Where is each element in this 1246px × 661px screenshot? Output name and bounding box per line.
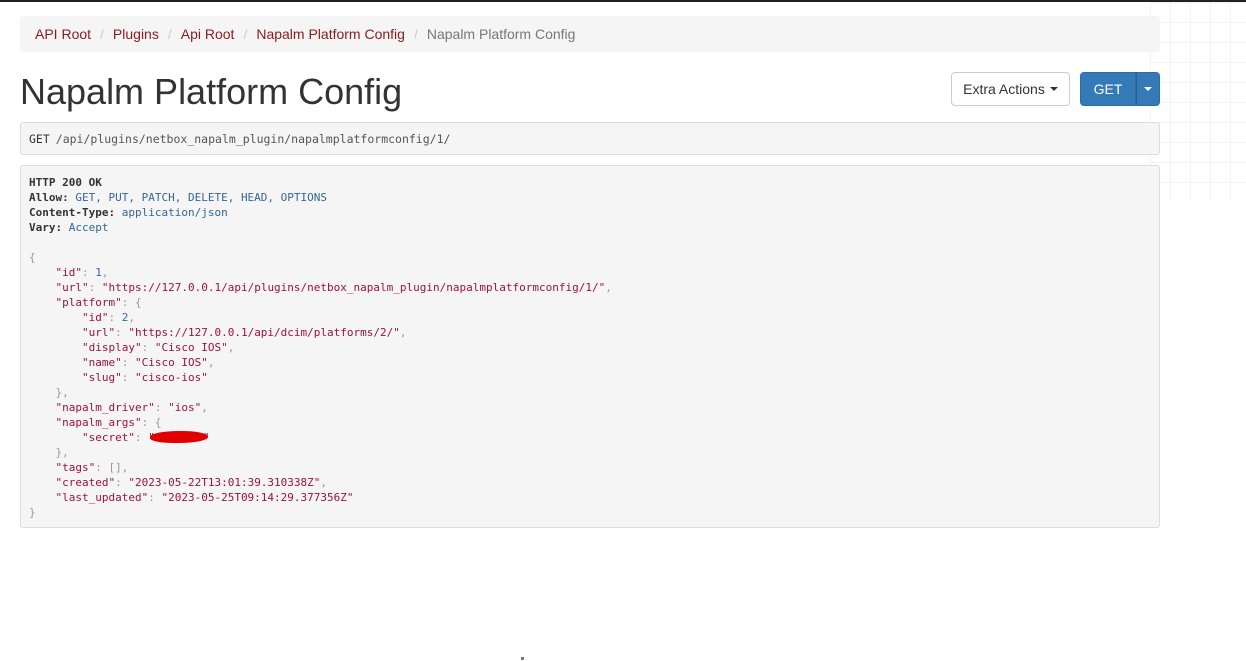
header-name-allow: Allow [29, 191, 63, 204]
json-key-platform-id: "id" [81, 311, 109, 324]
breadcrumb-separator: / [100, 26, 104, 42]
page-title: Napalm Platform Config [20, 71, 403, 112]
json-value-tags: [] [108, 461, 122, 474]
secret-close-quote: " [202, 431, 210, 444]
breadcrumb-separator: / [243, 26, 248, 42]
breadcrumb-current: Napalm Platform Config [426, 26, 576, 42]
json-value-platform-url[interactable]: "https://127.0.0.1/api/dcim/platforms/2/… [128, 326, 400, 339]
breadcrumb-separator: / [413, 26, 418, 42]
json-key-platform: "platform" [55, 296, 122, 309]
json-value-url[interactable]: "https://127.0.0.1/api/plugins/netbox_na… [102, 281, 605, 294]
json-key-display: "display" [81, 341, 142, 354]
get-format-dropdown-toggle[interactable] [1136, 72, 1160, 106]
top-border [0, 0, 1246, 2]
json-key-url: "url" [55, 281, 89, 294]
json-key-created: "created" [55, 476, 116, 489]
request-info: GET/api/plugins/netbox_napalm_plugin/nap… [20, 122, 1160, 155]
header-name-content-type: Content-Type [29, 206, 109, 219]
header-value-content-type: application/json [121, 206, 228, 219]
get-button-group: GET [1080, 72, 1160, 106]
get-button[interactable]: GET [1080, 72, 1136, 106]
request-method: GET [29, 131, 50, 146]
breadcrumb-api-root[interactable]: API Root [35, 26, 91, 42]
request-path: /api/plugins/netbox_napalm_plugin/napalm… [55, 131, 451, 146]
json-key-napalm-args: "napalm_args" [55, 416, 142, 429]
json-value-name: "Cisco IOS" [134, 356, 208, 369]
json-key-slug: "slug" [81, 371, 122, 384]
extra-actions-button[interactable]: Extra Actions [951, 72, 1070, 106]
chevron-down-icon [1049, 87, 1058, 91]
json-key-tags: "tags" [55, 461, 96, 474]
breadcrumb-separator: / [167, 26, 172, 42]
json-value-napalm-driver: "ios" [168, 401, 202, 414]
response-info: HTTP 200 OK Allow: GET, PUT, PATCH, DELE… [20, 165, 1160, 528]
extra-actions-label: Extra Actions [963, 81, 1045, 97]
response-status: HTTP 200 OK [29, 176, 102, 189]
redaction-mark [149, 431, 208, 443]
breadcrumb: API Root / Plugins / Api Root / Napalm P… [20, 16, 1160, 52]
header-value-allow: GET, PUT, PATCH, DELETE, HEAD, OPTIONS [75, 191, 328, 204]
json-value-id: 1 [95, 266, 102, 279]
chevron-down-icon [1144, 87, 1152, 91]
breadcrumb-plugin-api-root[interactable]: Api Root [181, 26, 235, 42]
background-grid [1150, 2, 1246, 202]
json-key-napalm-driver: "napalm_driver" [55, 401, 155, 414]
json-key-last-updated: "last_updated" [55, 491, 149, 504]
cursor-mark [521, 657, 524, 660]
header-value-vary: Accept [68, 221, 109, 234]
json-key-platform-url: "url" [81, 326, 116, 339]
json-key-secret: "secret" [81, 431, 135, 444]
json-value-last-updated: "2023-05-25T09:14:29.377356Z" [161, 491, 354, 504]
json-value-slug: "cisco-ios" [134, 371, 208, 384]
json-value-display: "Cisco IOS" [154, 341, 228, 354]
json-key-name: "name" [81, 356, 122, 369]
json-key-id: "id" [55, 266, 83, 279]
breadcrumb-napalm-platform-config-list[interactable]: Napalm Platform Config [256, 26, 405, 42]
json-value-created: "2023-05-22T13:01:39.310338Z" [128, 476, 321, 489]
header-name-vary: Vary [29, 221, 56, 234]
breadcrumb-plugins[interactable]: Plugins [113, 26, 159, 42]
